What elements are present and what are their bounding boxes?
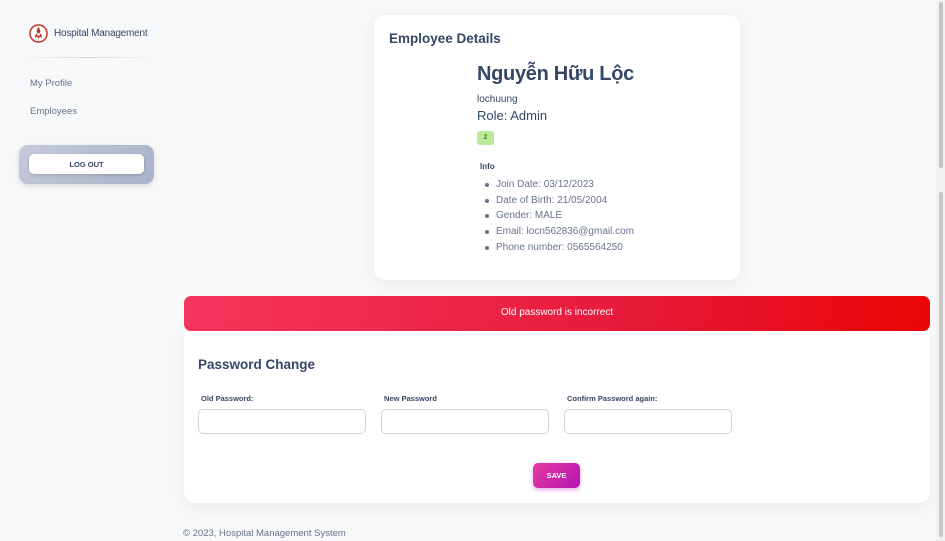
new-password-label: New Password bbox=[384, 394, 437, 403]
info-phone: Phone number: 0565564250 bbox=[480, 240, 634, 256]
logout-card: LOG OUT bbox=[19, 145, 154, 184]
confirm-password-input[interactable] bbox=[564, 409, 732, 434]
info-email: Email: locn562836@gmail.com bbox=[480, 224, 634, 240]
info-list: Join Date: 03/12/2023 Date of Birth: 21/… bbox=[480, 177, 634, 255]
new-password-input[interactable] bbox=[381, 409, 549, 434]
info-join-date: Join Date: 03/12/2023 bbox=[480, 177, 634, 193]
error-alert: Old password is incorrect bbox=[184, 296, 930, 331]
footer-copyright: © 2023, Hospital Management System bbox=[183, 528, 346, 539]
scrollbar-thumb-lower[interactable] bbox=[939, 192, 943, 537]
sidebar-item-employees[interactable]: Employees bbox=[30, 106, 77, 117]
sidebar-item-my-profile[interactable]: My Profile bbox=[30, 78, 72, 89]
old-password-label: Old Password: bbox=[201, 394, 254, 403]
brand[interactable]: Hospital Management bbox=[29, 24, 148, 43]
save-button[interactable]: SAVE bbox=[533, 463, 580, 488]
info-gender: Gender: MALE bbox=[480, 208, 634, 224]
info-date-of-birth: Date of Birth: 21/05/2004 bbox=[480, 193, 634, 209]
hospital-logo-icon bbox=[29, 24, 48, 43]
card-title: Employee Details bbox=[389, 31, 501, 46]
employee-name: Nguyễn Hữu Lộc bbox=[477, 63, 634, 85]
password-change-title: Password Change bbox=[198, 357, 316, 372]
old-password-input[interactable] bbox=[198, 409, 366, 434]
employee-username: lochuung bbox=[477, 94, 518, 105]
scrollbar-thumb[interactable] bbox=[939, 2, 943, 168]
info-label: Info bbox=[480, 162, 495, 171]
alert-message: Old password is incorrect bbox=[500, 307, 614, 318]
confirm-password-label: Confirm Password again: bbox=[567, 394, 658, 403]
status-badge: 2 bbox=[477, 131, 494, 145]
logout-button[interactable]: LOG OUT bbox=[29, 154, 144, 174]
brand-name: Hospital Management bbox=[54, 28, 148, 39]
sidebar-divider bbox=[20, 57, 155, 58]
employee-details-card: Employee Details Nguyễn Hữu Lộc lochuung… bbox=[374, 15, 740, 280]
employee-role: Role: Admin bbox=[477, 108, 548, 123]
password-change-card: Password Change Old Password: New Passwo… bbox=[184, 331, 930, 503]
